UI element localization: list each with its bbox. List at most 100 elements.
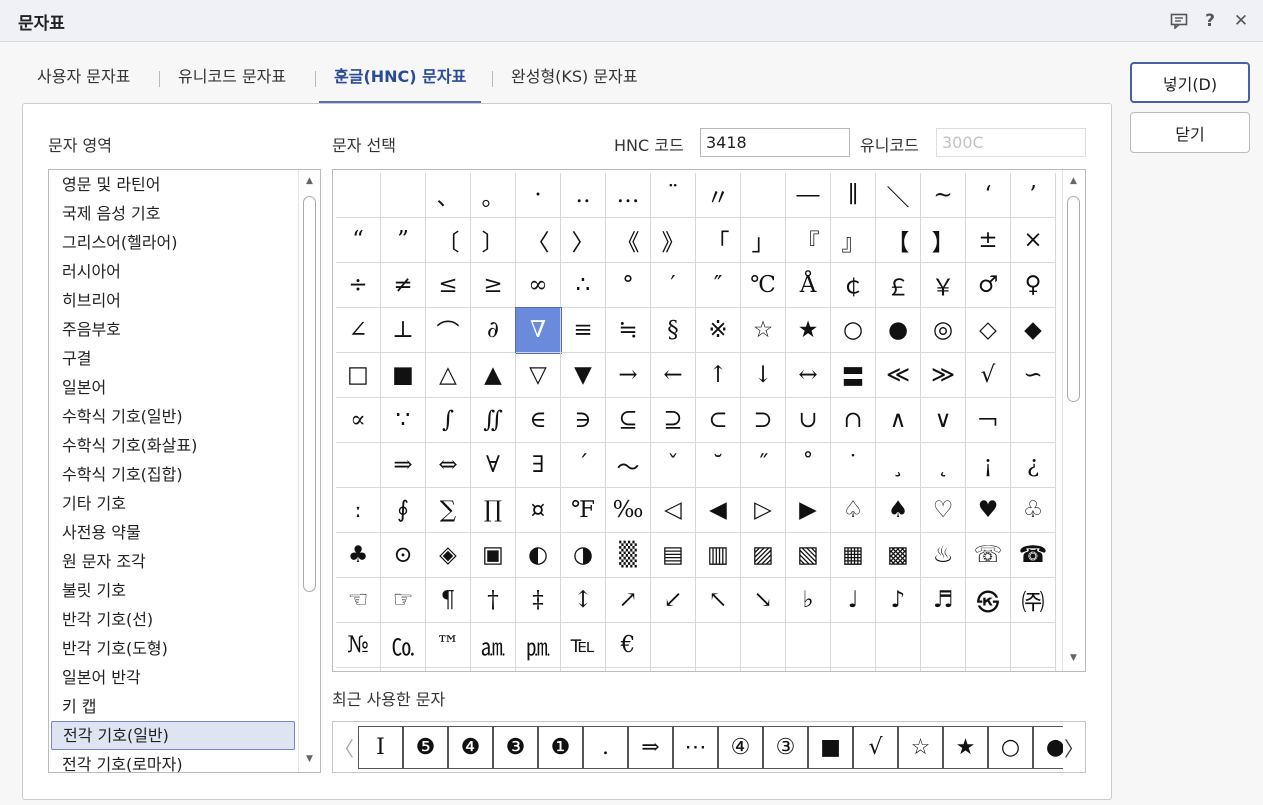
char-cell[interactable]: 〈: [516, 218, 561, 263]
char-cell[interactable]: ⇒: [381, 443, 426, 488]
char-cell[interactable]: 」: [741, 218, 786, 263]
region-scrollbar[interactable]: ▲ ▼: [298, 170, 320, 772]
recent-char[interactable]: ⇒: [628, 726, 673, 769]
char-cell[interactable]: ⊙: [381, 533, 426, 578]
char-cell[interactable]: ■: [381, 353, 426, 398]
char-cell[interactable]: ♥: [966, 488, 1011, 533]
char-cell[interactable]: ☜: [336, 578, 381, 623]
char-cell[interactable]: ∫: [426, 398, 471, 443]
char-cell[interactable]: ≠: [381, 263, 426, 308]
char-cell[interactable]: ♀: [1011, 263, 1056, 308]
char-cell[interactable]: [426, 668, 471, 671]
char-cell[interactable]: ⊃: [741, 398, 786, 443]
char-cell[interactable]: ˙: [831, 443, 876, 488]
char-cell[interactable]: 〕: [471, 218, 516, 263]
char-cell[interactable]: ㈜: [1011, 578, 1056, 623]
char-cell[interactable]: ∼: [921, 173, 966, 218]
char-cell[interactable]: ↔: [786, 353, 831, 398]
char-cell[interactable]: [696, 623, 741, 668]
char-cell[interactable]: 《: [606, 218, 651, 263]
region-item[interactable]: 주음부호: [51, 315, 295, 344]
char-cell[interactable]: ”: [381, 218, 426, 263]
char-cell[interactable]: ◑: [561, 533, 606, 578]
region-item[interactable]: 그리스어(헬라어): [51, 228, 295, 257]
char-cell[interactable]: 【: [876, 218, 921, 263]
char-cell[interactable]: 〔: [426, 218, 471, 263]
scroll-down-icon[interactable]: ▼: [299, 748, 320, 770]
char-cell[interactable]: ♬: [921, 578, 966, 623]
recent-char[interactable]: ③: [763, 726, 808, 769]
char-cell[interactable]: ※: [696, 308, 741, 353]
tab-hnc-charmap[interactable]: 훈글(HNC) 문자표: [319, 62, 482, 104]
char-cell[interactable]: [921, 668, 966, 671]
char-cell[interactable]: ⊆: [606, 398, 651, 443]
region-item[interactable]: 수학식 기호(화살표): [51, 431, 295, 460]
char-cell[interactable]: ▦: [831, 533, 876, 578]
region-item[interactable]: 반각 기호(도형): [51, 634, 295, 663]
char-cell[interactable]: ∴: [561, 263, 606, 308]
char-cell[interactable]: ↑: [696, 353, 741, 398]
char-cell[interactable]: ○: [831, 308, 876, 353]
tab-user-charmap[interactable]: 사용자 문자표: [37, 62, 130, 104]
char-cell[interactable]: ≡: [561, 308, 606, 353]
region-item[interactable]: 기타 기호: [51, 489, 295, 518]
char-cell[interactable]: ☏: [966, 533, 1011, 578]
char-cell[interactable]: ≒: [606, 308, 651, 353]
region-item[interactable]: 일본어: [51, 373, 295, 402]
char-cell[interactable]: 〓: [831, 353, 876, 398]
char-cell[interactable]: 』: [831, 218, 876, 263]
char-cell[interactable]: ↖: [696, 578, 741, 623]
char-cell[interactable]: ℃: [741, 263, 786, 308]
char-cell[interactable]: ∝: [336, 398, 381, 443]
char-cell[interactable]: ∠: [336, 308, 381, 353]
char-cell[interactable]: †: [471, 578, 516, 623]
char-cell[interactable]: ★: [786, 308, 831, 353]
char-cell[interactable]: ‘: [966, 173, 1011, 218]
recent-char[interactable]: √: [853, 726, 898, 769]
region-item[interactable]: 구결: [51, 344, 295, 373]
tab-ks-charmap[interactable]: 완성형(KS) 문자표: [511, 62, 638, 104]
char-cell[interactable]: [741, 623, 786, 668]
char-cell[interactable]: 『: [786, 218, 831, 263]
char-cell[interactable]: ′: [651, 263, 696, 308]
char-cell[interactable]: ↙: [651, 578, 696, 623]
char-cell[interactable]: ￠: [831, 263, 876, 308]
char-cell[interactable]: ∇: [515, 307, 562, 354]
char-cell[interactable]: ″: [696, 263, 741, 308]
char-cell[interactable]: ▨: [741, 533, 786, 578]
char-cell[interactable]: ‰: [606, 488, 651, 533]
region-item[interactable]: 반각 기호(선): [51, 605, 295, 634]
char-cell[interactable]: [876, 668, 921, 671]
region-item[interactable]: 국제 음성 기호: [51, 199, 295, 228]
char-cell[interactable]: ↘: [741, 578, 786, 623]
char-cell[interactable]: §: [651, 308, 696, 353]
chevron-left-icon[interactable]: 〈: [333, 722, 355, 772]
char-cell[interactable]: [921, 623, 966, 668]
char-cell[interactable]: ＼: [876, 173, 921, 218]
scroll-thumb[interactable]: [303, 196, 316, 592]
char-cell[interactable]: [561, 668, 606, 671]
char-cell[interactable]: ♭: [786, 578, 831, 623]
char-cell[interactable]: [381, 668, 426, 671]
char-cell[interactable]: ￡: [876, 263, 921, 308]
char-cell[interactable]: ∀: [471, 443, 516, 488]
region-item[interactable]: 히브리어: [51, 286, 295, 315]
recent-char[interactable]: .: [583, 726, 628, 769]
char-cell[interactable]: ￢: [966, 398, 1011, 443]
char-cell[interactable]: ♠: [876, 488, 921, 533]
char-cell[interactable]: ≫: [921, 353, 966, 398]
char-cell[interactable]: ‡: [516, 578, 561, 623]
char-cell[interactable]: ♡: [921, 488, 966, 533]
char-cell[interactable]: ◀: [696, 488, 741, 533]
char-cell[interactable]: ¡: [966, 443, 1011, 488]
char-cell[interactable]: ˇ: [651, 443, 696, 488]
char-cell[interactable]: ≤: [426, 263, 471, 308]
char-cell[interactable]: ⌒: [426, 308, 471, 353]
char-cell[interactable]: ▲: [471, 353, 516, 398]
char-cell[interactable]: √: [966, 353, 1011, 398]
char-cell[interactable]: [1011, 623, 1056, 668]
scroll-down-icon[interactable]: ▼: [1063, 647, 1084, 669]
char-cell[interactable]: [1011, 668, 1056, 671]
char-cell[interactable]: ㏇: [381, 623, 426, 668]
char-cell[interactable]: ˚: [786, 443, 831, 488]
